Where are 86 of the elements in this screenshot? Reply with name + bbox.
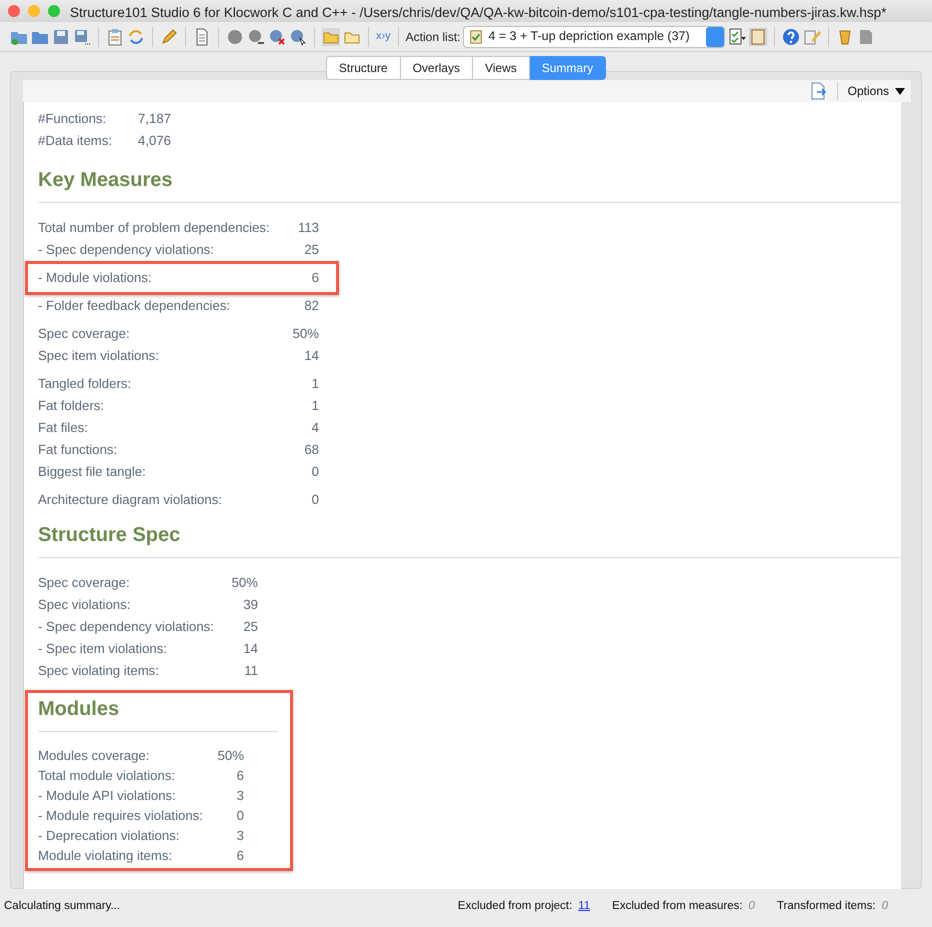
measure-label: Module violating items: (38, 847, 172, 865)
close-button[interactable] (8, 5, 20, 17)
circle-icon[interactable] (226, 28, 244, 46)
measure-label: - Module API violations: (38, 787, 176, 805)
circle-pointer-icon[interactable] (289, 28, 307, 46)
measure-value: 3 (236, 787, 244, 805)
measure-value: 14 (242, 640, 258, 658)
measure-value: 50% (292, 325, 319, 343)
measure-value: 0 (236, 807, 244, 825)
circle-remove-icon[interactable] (268, 28, 286, 46)
window-title: Structure101 Studio 6 for Klocwork C and C++ - /Users/chris/dev/QA/QA-kw-bitcoin-demo/s101-cpa-testing/tangle-numbers-jiras.kw.hsp* (70, 4, 886, 22)
count-value: 7,187 (138, 110, 172, 128)
measure-label: Spec violations: (38, 596, 130, 614)
checklist-icon[interactable] (728, 28, 746, 46)
circle-minus-icon[interactable] (247, 28, 265, 46)
view-tab[interactable]: Overlays (400, 56, 473, 80)
measure-value: 0 (310, 463, 319, 481)
measure-value: 6 (236, 767, 244, 785)
action-list-dropdown[interactable]: 4 = 3 + T-up depriction example (37) (463, 26, 726, 48)
measure-value: 4 (310, 419, 319, 437)
caret-icon (895, 88, 905, 94)
measure-value: 113 (296, 219, 319, 237)
help-icon[interactable] (782, 28, 800, 46)
measure-value: 68 (303, 441, 319, 459)
measure-label: Architecture diagram violations: (38, 491, 222, 509)
measure-value: 82 (303, 297, 319, 315)
measure-label: - Module violations: (38, 269, 152, 287)
measure-value: 50% (230, 574, 258, 592)
measure-value: 25 (303, 241, 319, 259)
measure-label: Tangled folders: (38, 375, 132, 393)
measure-label: Spec violating items: (38, 662, 159, 680)
folder-icon[interactable] (322, 28, 340, 46)
swap-button[interactable]: x›y (376, 28, 391, 45)
measure-label: - Spec dependency violations: (38, 618, 214, 636)
measure-label: Biggest file tangle: (38, 463, 146, 481)
refresh-icon[interactable] (127, 28, 145, 46)
measure-label: Fat functions: (38, 441, 118, 459)
section-heading: Key Measures (38, 168, 174, 192)
section-heading: Modules (38, 697, 120, 721)
measure-value: 3 (236, 827, 244, 845)
status-message: Calculating summary... (4, 899, 120, 914)
status-value: 0 (882, 900, 888, 912)
measure-value: 1 (310, 375, 319, 393)
document-export-icon[interactable] (808, 82, 827, 100)
status-label: Excluded from measures: (612, 900, 743, 912)
options-dropdown[interactable]: Options (836, 82, 905, 100)
measure-value: 6 (310, 269, 319, 287)
measure-value: 50% (216, 747, 244, 765)
zoom-button[interactable] (48, 5, 60, 17)
view-tab[interactable]: Structure (326, 56, 401, 80)
view-tab[interactable]: Views (472, 56, 530, 80)
clipboard-icon[interactable] (106, 28, 124, 46)
measure-label: Spec coverage: (38, 325, 130, 343)
measure-value: 39 (242, 596, 258, 614)
measure-label: - Spec item violations: (38, 640, 167, 658)
count-label: #Data items: (38, 132, 114, 150)
measure-label: Modules coverage: (38, 747, 150, 765)
measure-label: Fat folders: (38, 397, 104, 415)
measure-label: Spec coverage: (38, 574, 130, 592)
measure-label: Total number of problem dependencies: (38, 219, 270, 237)
measure-label: Spec item violations: (38, 347, 159, 365)
save-icon[interactable] (52, 28, 70, 46)
status-value: 0 (748, 900, 755, 912)
status-link[interactable]: 11 (578, 900, 590, 912)
clipboard-check-icon (468, 28, 484, 44)
measure-value: 6 (236, 847, 244, 865)
action-list-label: Action list: (406, 28, 460, 46)
section-heading: Structure Spec (38, 523, 182, 547)
measure-label: - Folder feedback dependencies: (38, 297, 230, 315)
measure-value: 25 (242, 618, 258, 636)
measure-label: - Deprecation violations: (38, 827, 180, 845)
status-label: Transformed items: (776, 900, 876, 912)
save-as-icon[interactable] (73, 28, 91, 46)
measure-value: 11 (243, 662, 258, 680)
pencil-icon[interactable] (160, 28, 178, 46)
measure-label: - Module requires violations: (38, 807, 203, 825)
measure-label: Fat files: (38, 419, 88, 437)
count-value: 4,076 (138, 132, 172, 150)
pencil-paper-icon[interactable] (803, 28, 822, 46)
measure-value: 14 (303, 347, 319, 365)
measure-label: - Spec dependency violations: (38, 241, 214, 259)
measure-label: Total module violations: (38, 767, 176, 785)
status-label: Excluded from project: (458, 900, 572, 912)
measure-value: 0 (310, 491, 319, 509)
measure-value: 1 (310, 397, 319, 415)
count-label: #Functions: (38, 110, 108, 128)
